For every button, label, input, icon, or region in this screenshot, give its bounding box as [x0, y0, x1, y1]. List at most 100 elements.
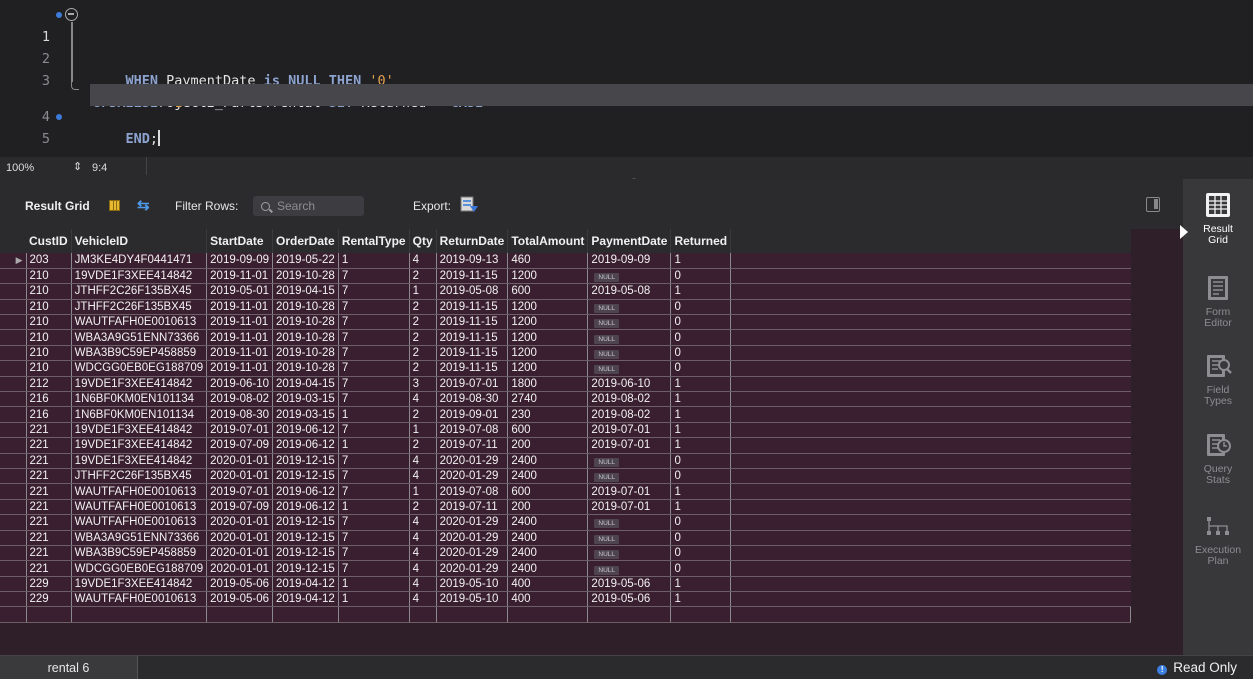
zoom-stepper-icon[interactable]: ⇕ — [73, 158, 82, 176]
table-cell[interactable]: 2019-11-01 — [206, 299, 273, 316]
table-cell[interactable]: 229 — [26, 591, 72, 608]
table-cell[interactable]: 400 — [507, 591, 589, 608]
table-cell[interactable]: 210 — [26, 360, 72, 377]
row-gutter[interactable] — [0, 483, 27, 500]
table-cell[interactable]: WAUTFAFH0E0010613 — [71, 514, 208, 531]
sidebar-item-query-stats[interactable]: Query Stats — [1183, 431, 1253, 486]
table-cell[interactable]: 212 — [26, 376, 72, 393]
filter-search-field[interactable] — [253, 196, 364, 216]
table-cell[interactable]: 19VDE1F3XEE414842 — [71, 437, 208, 454]
table-cell[interactable]: 2019-06-12 — [272, 499, 339, 516]
table-row[interactable]: 216 1N6BF0KM0EN101134 2019-08-30 2019-03-15… — [0, 406, 1131, 423]
table-cell[interactable]: 2400 — [507, 560, 589, 577]
table-cell[interactable]: 4 — [409, 560, 437, 577]
table-cell[interactable]: 2019-07-01 — [587, 437, 672, 454]
table-cell[interactable]: 210 — [26, 283, 72, 300]
table-cell[interactable]: 2 — [409, 345, 437, 362]
table-cell[interactable]: 4 — [409, 576, 437, 593]
table-cell[interactable]: 4 — [409, 591, 437, 608]
table-cell[interactable]: 2019-09-01 — [436, 406, 509, 423]
table-cell[interactable]: 221 — [26, 422, 72, 439]
table-cell[interactable]: NULL — [587, 360, 672, 377]
table-cell[interactable]: 1200 — [507, 299, 589, 316]
table-cell[interactable]: 2019-07-09 — [206, 499, 273, 516]
table-cell[interactable]: 2019-07-11 — [436, 437, 509, 454]
table-cell[interactable]: 2019-05-10 — [436, 591, 509, 608]
table-row[interactable]: 210 JTHFF2C26F135BX45 2019-11-01 2019-10-28… — [0, 299, 1131, 316]
table-row[interactable]: 221 WAUTFAFH0E0010613 2019-07-09 2019-06-12… — [0, 499, 1131, 516]
table-cell[interactable]: NULL — [587, 329, 672, 346]
table-row[interactable]: 229 19VDE1F3XEE414842 2019-05-06 2019-04-12… — [0, 576, 1131, 593]
table-cell[interactable]: 0 — [670, 345, 732, 362]
table-cell[interactable]: 229 — [26, 576, 72, 593]
table-cell[interactable]: 2400 — [507, 514, 589, 531]
table-cell[interactable]: NULL — [587, 345, 672, 362]
table-row[interactable]: 221 19VDE1F3XEE414842 2019-07-09 2019-06-12… — [0, 437, 1131, 454]
table-cell[interactable]: 2019-08-02 — [587, 406, 672, 423]
table-cell[interactable]: 2019-06-10 — [206, 376, 273, 393]
table-cell[interactable]: 1 — [409, 483, 437, 500]
table-cell[interactable]: 2019-05-06 — [587, 576, 672, 593]
table-cell[interactable]: 4 — [409, 468, 437, 485]
table-cell[interactable]: 2019-04-12 — [272, 591, 339, 608]
table-cell[interactable]: WBA3B9C59EP458859 — [71, 545, 208, 562]
table-row[interactable]: 210 JTHFF2C26F135BX45 2019-05-01 2019-04-15… — [0, 283, 1131, 300]
table-cell[interactable]: 7 — [338, 329, 410, 346]
table-cell[interactable]: 2 — [409, 299, 437, 316]
export-icon[interactable] — [460, 196, 479, 213]
table-cell[interactable]: 2019-10-28 — [272, 314, 339, 331]
table-cell[interactable]: NULL — [587, 268, 672, 285]
table-cell[interactable]: 2019-09-09 — [587, 253, 672, 269]
table-cell[interactable]: 2019-10-28 — [272, 268, 339, 285]
table-cell[interactable]: 216 — [26, 391, 72, 408]
table-cell[interactable]: 0 — [670, 360, 732, 377]
table-cell[interactable]: 2400 — [507, 530, 589, 546]
code-line-2[interactable]: 2 WHEN PaymentDate is NULL THEN '0' — [0, 26, 1253, 89]
table-cell[interactable]: 2400 — [507, 545, 589, 562]
code-line-3[interactable]: 3 ELSE '1' — [0, 48, 1253, 111]
table-row[interactable]: 221 WBA3A9G51ENN73366 2020-01-01 2019-12-15… — [0, 530, 1131, 546]
table-cell[interactable]: WAUTFAFH0E0010613 — [71, 591, 208, 608]
table-cell[interactable]: 19VDE1F3XEE414842 — [71, 422, 208, 439]
table-cell[interactable]: 7 — [338, 483, 410, 500]
table-cell[interactable]: 1 — [670, 499, 732, 516]
table-cell[interactable]: 1 — [670, 576, 732, 593]
column-header[interactable]: StartDate — [206, 229, 273, 253]
row-gutter[interactable] — [0, 576, 27, 593]
table-cell[interactable]: 210 — [26, 345, 72, 362]
table-row[interactable]: 221 WAUTFAFH0E0010613 2019-07-01 2019-06-12… — [0, 483, 1131, 500]
table-cell[interactable]: 19VDE1F3XEE414842 — [71, 576, 208, 593]
table-cell[interactable]: 1 — [338, 253, 410, 269]
table-cell[interactable]: 221 — [26, 468, 72, 485]
table-cell[interactable]: 460 — [507, 253, 589, 269]
table-cell[interactable]: NULL — [587, 468, 672, 485]
column-header[interactable]: CustID — [26, 229, 72, 253]
table-cell[interactable]: NULL — [587, 514, 672, 531]
table-cell[interactable]: 210 — [26, 329, 72, 346]
table-cell[interactable]: 1 — [670, 253, 732, 269]
table-cell[interactable]: 2019-06-12 — [272, 483, 339, 500]
table-cell[interactable]: 600 — [507, 283, 589, 300]
table-cell[interactable]: 203 — [26, 253, 72, 269]
table-cell[interactable]: 0 — [670, 530, 732, 546]
table-cell[interactable]: 2019-12-15 — [272, 453, 339, 469]
table-cell[interactable]: 1 — [338, 437, 410, 454]
table-cell[interactable]: 7 — [338, 376, 410, 393]
row-gutter[interactable] — [0, 437, 27, 454]
table-row[interactable]: 221 WDCGG0EB0EG188709 2020-01-01 2019-12-15… — [0, 560, 1131, 577]
row-gutter[interactable] — [0, 299, 27, 316]
table-cell[interactable]: 221 — [26, 514, 72, 531]
row-gutter[interactable] — [0, 468, 27, 485]
table-cell[interactable]: 221 — [26, 530, 72, 546]
table-cell[interactable]: 0 — [670, 468, 732, 485]
table-cell[interactable]: 0 — [670, 453, 732, 469]
table-cell[interactable]: 1N6BF0KM0EN101134 — [71, 391, 208, 408]
table-cell[interactable]: 2020-01-01 — [206, 453, 273, 469]
table-cell[interactable]: 2 — [409, 329, 437, 346]
table-cell[interactable]: 1 — [670, 406, 732, 423]
table-cell[interactable]: 2019-11-01 — [206, 345, 273, 362]
table-cell[interactable]: 1 — [338, 576, 410, 593]
table-row[interactable]: 229 WAUTFAFH0E0010613 2019-05-06 2019-04-12… — [0, 591, 1131, 608]
table-cell[interactable]: 0 — [670, 314, 732, 331]
table-cell[interactable]: 221 — [26, 560, 72, 577]
